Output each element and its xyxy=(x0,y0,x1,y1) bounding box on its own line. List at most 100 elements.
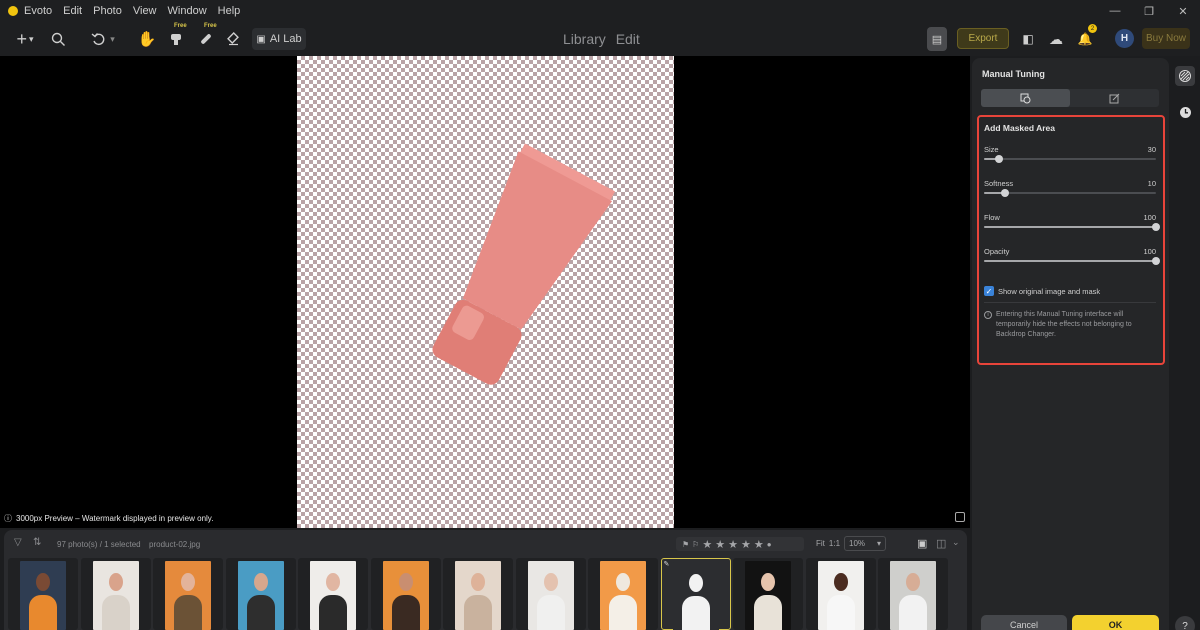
backdrop-changer-button[interactable] xyxy=(1175,66,1195,86)
thumbnail-image xyxy=(92,561,139,630)
export-button[interactable]: Export xyxy=(957,28,1009,49)
slider-thumb[interactable] xyxy=(995,155,1004,163)
library-tab[interactable]: Library xyxy=(563,31,606,47)
thumbnail-item[interactable] xyxy=(878,558,948,630)
thumbnail-item[interactable]: ✎ xyxy=(660,558,731,630)
menu-help[interactable]: Help xyxy=(218,5,241,17)
slider-thumb[interactable] xyxy=(1000,189,1009,197)
menu-photo[interactable]: Photo xyxy=(93,5,122,17)
buy-now-button[interactable]: Buy Now xyxy=(1142,28,1190,49)
ok-button[interactable]: OK xyxy=(1072,615,1159,630)
help-icon[interactable]: ? xyxy=(1175,616,1195,630)
notification-badge: 2 xyxy=(1088,24,1097,33)
thumbnail-image xyxy=(890,561,936,630)
slider-value: 100 xyxy=(1143,213,1156,222)
star-icon[interactable]: ★ xyxy=(728,538,738,551)
eraser-tool-button[interactable] xyxy=(224,27,242,51)
slider-value: 30 xyxy=(1147,145,1156,154)
healing-tool-button[interactable]: Free xyxy=(196,23,217,51)
thumbnail-item[interactable] xyxy=(225,558,296,630)
slider-track[interactable] xyxy=(984,223,1160,231)
color-label-icon[interactable]: ● xyxy=(767,540,772,549)
ai-lab-button[interactable]: ▣ AI Lab xyxy=(252,28,306,50)
cloud-button[interactable]: ☁ xyxy=(1046,27,1066,51)
thumbnail-image xyxy=(600,561,646,630)
presets-button[interactable]: ▤ xyxy=(927,27,947,51)
thumbnail-item[interactable] xyxy=(8,558,78,630)
restore-icon[interactable]: ❐ xyxy=(1132,0,1166,22)
menu-edit[interactable]: Edit xyxy=(63,5,82,17)
slider-track[interactable] xyxy=(984,189,1156,197)
thumbnail-item[interactable] xyxy=(443,558,513,630)
minimize-icon[interactable]: — xyxy=(1098,0,1132,22)
thumbnail-item[interactable] xyxy=(298,558,368,630)
compare-view-icon[interactable]: ◫ xyxy=(936,537,946,550)
edit-tab[interactable]: Edit xyxy=(616,31,640,47)
show-original-checkbox[interactable]: ✓ xyxy=(984,286,994,296)
thumbnail-image xyxy=(310,561,356,630)
one-to-one-button[interactable]: 1:1 xyxy=(829,539,840,548)
reject-flag-icon[interactable]: ⚐ xyxy=(692,540,699,549)
image-canvas[interactable]: ⓘ 3000px Preview – Watermark displayed i… xyxy=(0,56,970,528)
menu-window[interactable]: Window xyxy=(168,5,207,17)
sort-icon[interactable]: ⇅ xyxy=(33,537,41,548)
compare-icon[interactable] xyxy=(955,512,965,522)
free-tag: Free xyxy=(174,23,187,29)
zoom-value: 10% xyxy=(849,539,866,548)
batch-button[interactable]: ◧ xyxy=(1020,27,1036,51)
thumbnail-subject-head xyxy=(688,574,703,592)
history-button[interactable] xyxy=(1175,102,1195,122)
slider-thumb[interactable] xyxy=(1152,223,1160,231)
slider-track[interactable] xyxy=(984,155,1156,163)
thumbnail-item[interactable] xyxy=(588,558,658,630)
chevron-down-icon: ▾ xyxy=(877,539,882,548)
undo-button[interactable]: ▾ xyxy=(86,27,120,51)
size-slider[interactable]: Size 30 xyxy=(984,145,1156,167)
rating-filter[interactable]: ⚑ ⚐ ★ ★ ★ ★ ★ ● xyxy=(676,537,804,551)
thumbnail-item[interactable] xyxy=(515,558,586,630)
thumbnail-item[interactable] xyxy=(805,558,876,630)
slider-track[interactable] xyxy=(984,257,1160,265)
thumbnail-item[interactable] xyxy=(80,558,151,630)
thumbnail-subject xyxy=(101,595,130,630)
search-button[interactable] xyxy=(48,27,68,51)
star-icon[interactable]: ★ xyxy=(715,538,725,551)
show-original-option[interactable]: ✓ Show original image and mask xyxy=(984,286,1100,296)
avatar[interactable]: H xyxy=(1115,29,1134,48)
filmstrip-toolbar: ▽ ⇅ 97 photo(s) / 1 selected product-02.… xyxy=(4,530,967,557)
zoom-select[interactable]: 10% ▾ xyxy=(844,536,887,551)
flow-slider[interactable]: Flow 100 xyxy=(984,213,1160,235)
add-mask-tab[interactable] xyxy=(981,89,1070,107)
flag-icon[interactable]: ⚑ xyxy=(682,540,689,549)
notifications-button[interactable]: 🔔 2 xyxy=(1077,24,1097,51)
opacity-slider[interactable]: Opacity 100 xyxy=(984,247,1160,269)
hand-tool-button[interactable]: ✋ xyxy=(138,27,157,51)
softness-slider[interactable]: Softness 10 xyxy=(984,179,1156,201)
slider-thumb[interactable] xyxy=(1152,257,1160,265)
close-icon[interactable]: ✕ xyxy=(1166,0,1200,22)
clone-tool-button[interactable]: Free xyxy=(166,23,187,51)
mode-switch: Library Edit xyxy=(563,31,646,47)
thumbnail-subject xyxy=(319,595,347,630)
thumbnail-item[interactable] xyxy=(370,558,441,630)
thumbnail-subject-head xyxy=(543,573,558,591)
search-icon xyxy=(51,32,65,46)
erase-mask-tab[interactable] xyxy=(1070,89,1159,107)
free-tag: Free xyxy=(204,23,217,29)
slider-label: Size xyxy=(984,145,999,154)
menu-view[interactable]: View xyxy=(133,5,157,17)
star-icon[interactable]: ★ xyxy=(741,538,751,551)
filmstrip: ▽ ⇅ 97 photo(s) / 1 selected product-02.… xyxy=(4,530,967,630)
star-icon[interactable]: ★ xyxy=(754,538,764,551)
add-menu-button[interactable]: + ▾ xyxy=(10,27,40,51)
thumbnail-image xyxy=(672,562,719,630)
grid-view-icon[interactable]: ▣ xyxy=(917,537,927,550)
star-icon[interactable]: ★ xyxy=(702,538,712,551)
chevron-down-icon[interactable]: ⌄ xyxy=(952,537,960,548)
thumbnail-item[interactable] xyxy=(733,558,803,630)
menu-app-name[interactable]: Evoto xyxy=(24,5,52,17)
filter-icon[interactable]: ▽ xyxy=(14,537,22,548)
fit-button[interactable]: Fit xyxy=(816,539,825,548)
cancel-button[interactable]: Cancel xyxy=(981,615,1067,630)
thumbnail-item[interactable] xyxy=(153,558,223,630)
